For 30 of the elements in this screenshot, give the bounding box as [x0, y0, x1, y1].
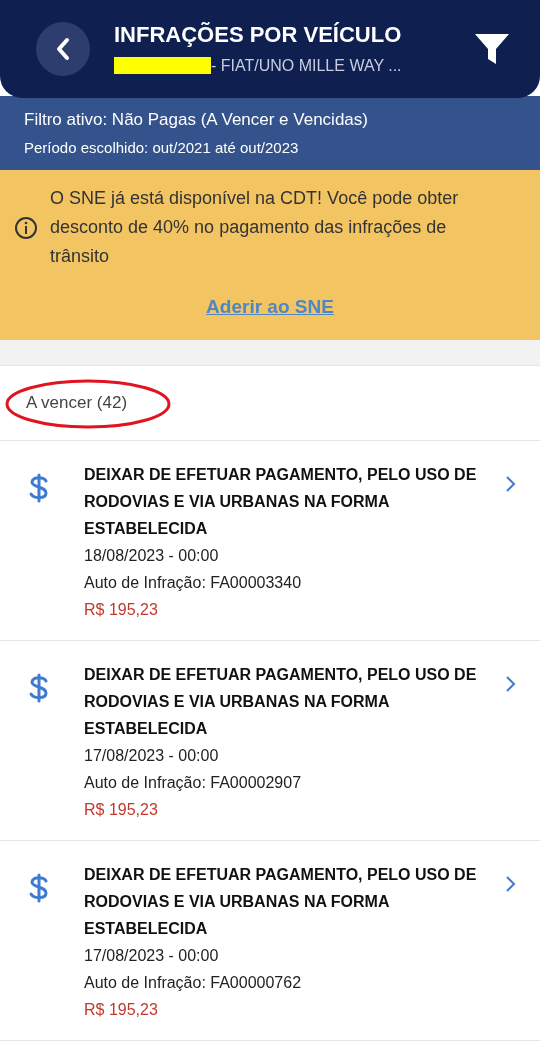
chevron-right-icon — [504, 675, 516, 693]
dollar-icon — [28, 873, 50, 903]
active-filter-text: Filtro ativo: Não Pagas (A Vencer e Vencidas) — [24, 108, 369, 131]
infraction-date: 17/08/2023 - 00:00 — [84, 746, 220, 766]
infraction-row[interactable]: DEIXAR DE EFETUAR PAGAMENTO, PELO USO DE RODOVIAS E VIA URBANAS NA FORMA ESTABELECIDA 17/08/2023 - 00:00 Auto de Infração: FA00002907 R$ 195,23 — [0, 641, 540, 841]
filter-icon — [474, 32, 510, 66]
infraction-date: 17/08/2023 - 00:00 — [84, 946, 220, 966]
info-icon — [14, 215, 38, 240]
dollar-icon — [28, 473, 50, 503]
period-text: Período escolhido: out/2021 até out/2023 — [24, 138, 300, 158]
vehicle-subtitle: - FIAT/UNO MILLE WAY ... — [211, 55, 402, 76]
infraction-row[interactable]: DEIXAR DE EFETUAR PAGAMENTO, PELO USO DE RODOVIAS E VIA URBANAS NA FORMA ESTABELECIDA 17/08/2023 - 00:00 Auto de Infração: FA00000762 R$ 195,23 — [0, 841, 540, 1041]
info-text: O SNE já está disponível na CDT! Você pode obter desconto de 40% no pagamento das infrações de trânsito — [50, 187, 460, 268]
infraction-code: Auto de Infração: FA00003340 — [84, 573, 303, 593]
screen-title: INFRAÇÕES POR VEÍCULO — [114, 20, 403, 49]
infraction-title: DEIXAR DE EFETUAR PAGAMENTO, PELO USO DE RODOVIAS E VIA URBANAS NA FORMA ESTABELECIDA — [84, 665, 478, 739]
infraction-title: DEIXAR DE EFETUAR PAGAMENTO, PELO USO DE RODOVIAS E VIA URBANAS NA FORMA ESTABELECIDA — [84, 465, 478, 539]
infraction-amount: R$ 195,23 — [84, 600, 159, 620]
infraction-amount: R$ 195,23 — [84, 1000, 159, 1020]
infraction-title: DEIXAR DE EFETUAR PAGAMENTO, PELO USO DE RODOVIAS E VIA URBANAS NA FORMA ESTABELECIDA — [84, 865, 478, 939]
section-title: A vencer (42) — [26, 392, 128, 415]
back-button[interactable] — [36, 22, 90, 76]
dollar-icon — [28, 673, 50, 703]
infraction-code: Auto de Infração: FA00000762 — [84, 973, 303, 993]
infraction-date: 18/08/2023 - 00:00 — [84, 546, 220, 566]
chevron-right-icon — [504, 875, 516, 893]
chevron-right-icon — [504, 475, 516, 493]
infraction-row[interactable]: DEIXAR DE EFETUAR PAGAMENTO, PELO USO DE RODOVIAS E VIA URBANAS NA FORMA ESTABELECIDA 18/08/2023 - 00:00 Auto de Infração: FA00003340 R$ 195,23 — [0, 441, 540, 641]
infraction-amount: R$ 195,23 — [84, 800, 159, 820]
infraction-code: Auto de Infração: FA00002907 — [84, 773, 303, 793]
